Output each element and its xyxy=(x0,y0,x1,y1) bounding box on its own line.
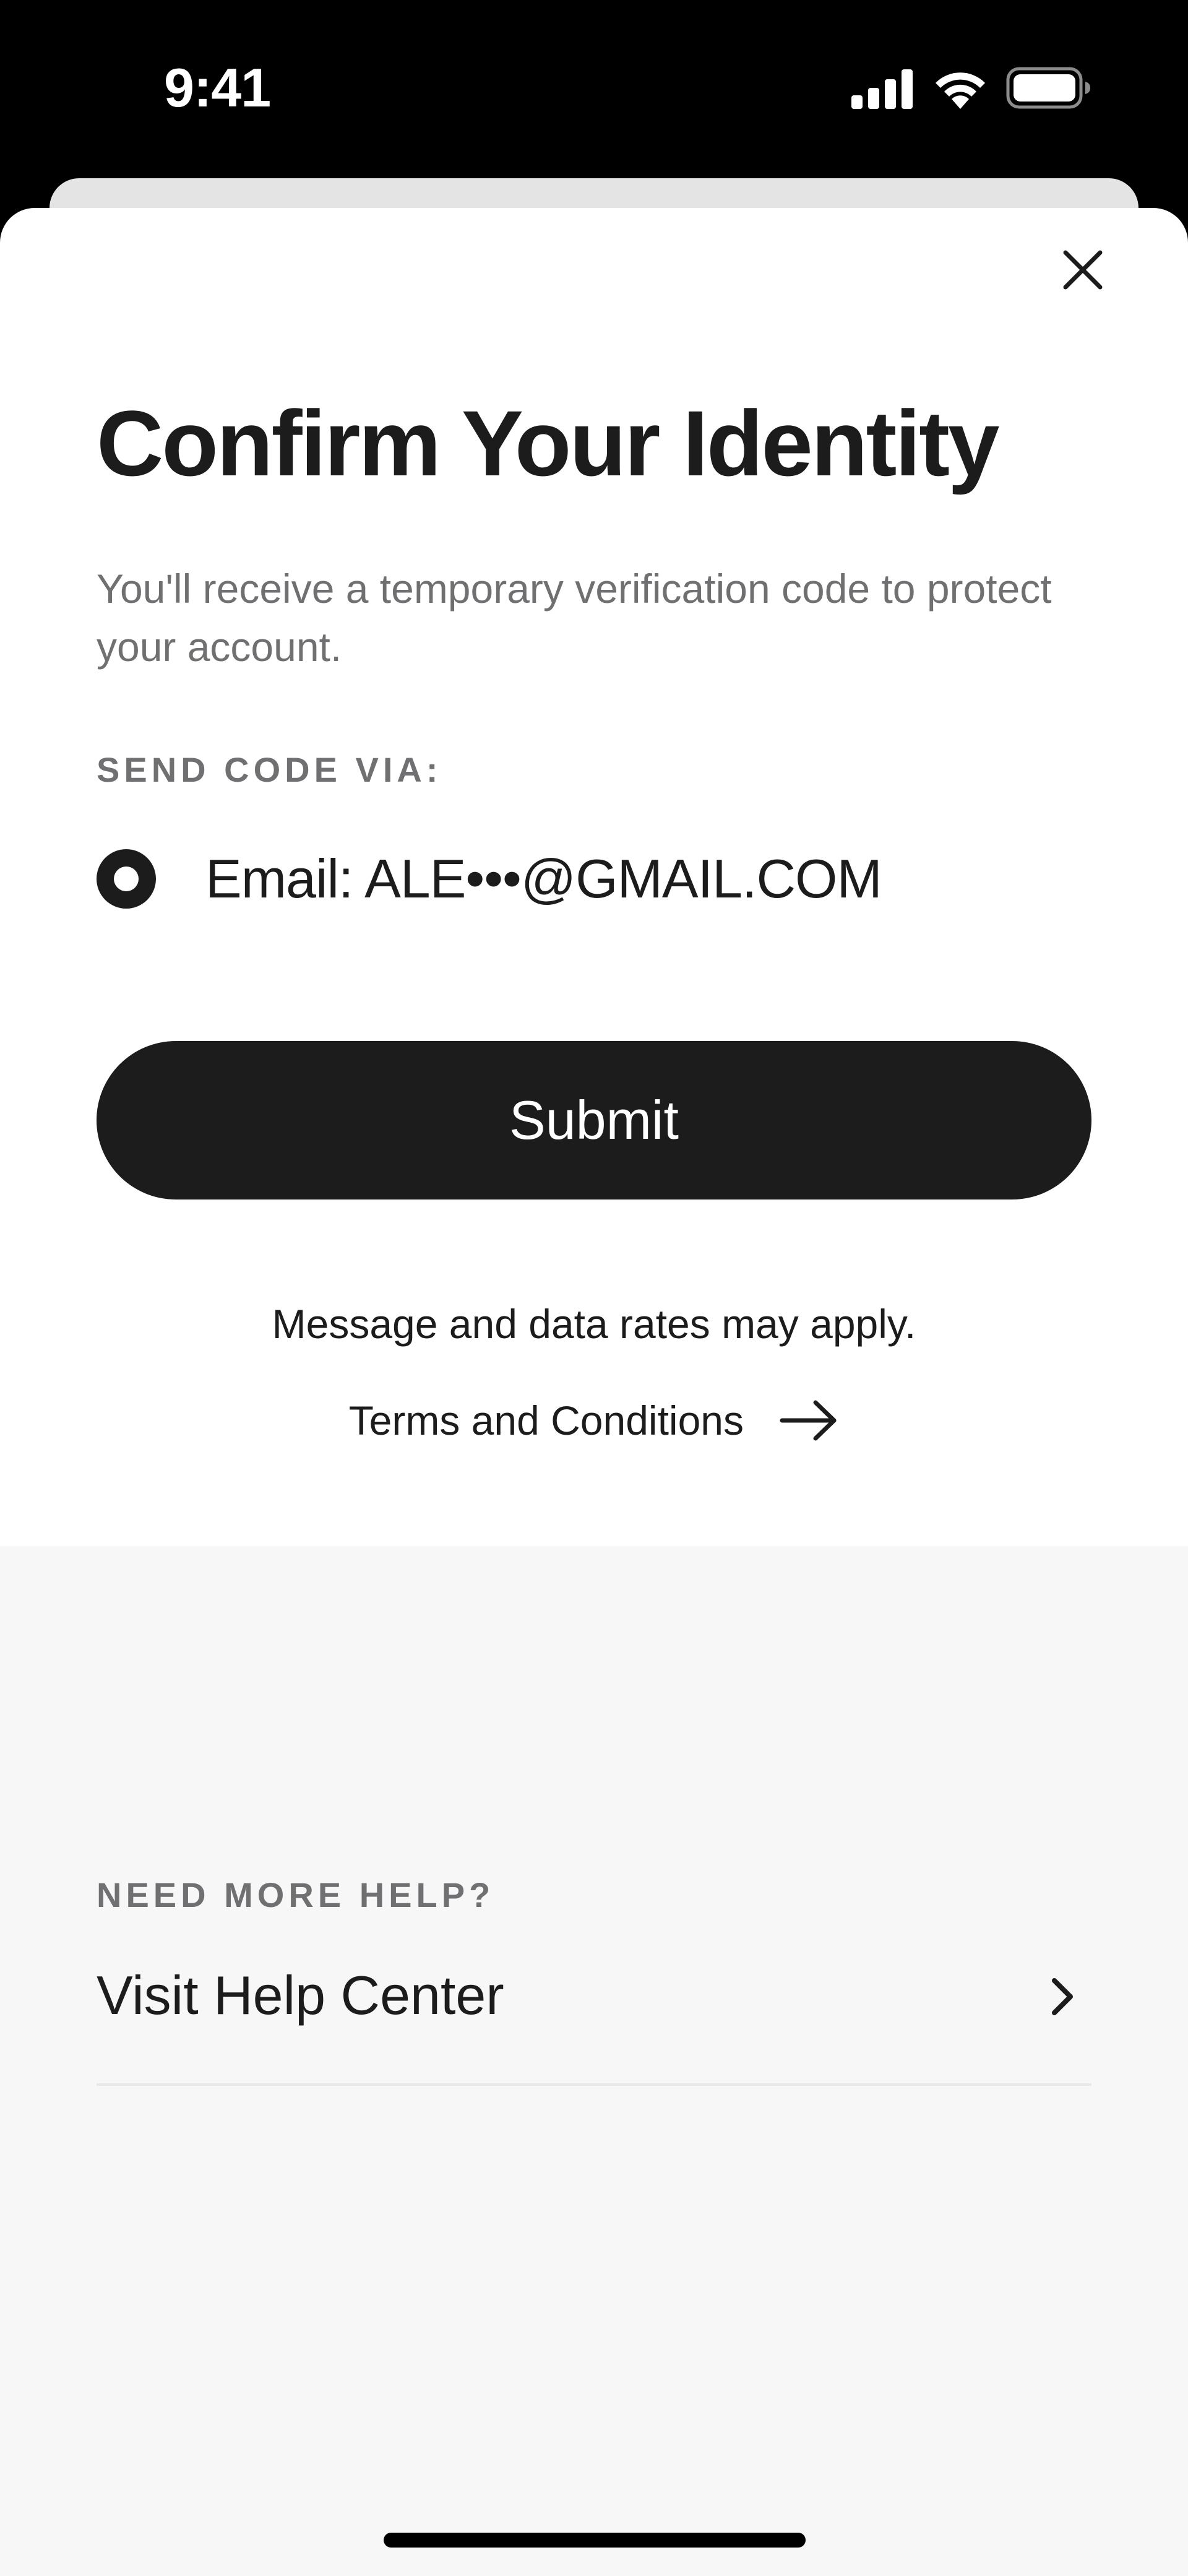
chevron-right-icon xyxy=(1052,1978,1073,2015)
help-center-label: Visit Help Center xyxy=(97,1964,504,2026)
send-code-label: SEND CODE VIA: xyxy=(97,750,442,789)
cellular-signal-icon xyxy=(851,69,913,109)
wifi-icon xyxy=(936,72,985,109)
battery-icon xyxy=(1006,67,1090,109)
status-icons xyxy=(848,64,1095,111)
submit-button[interactable]: Submit xyxy=(97,1041,1091,1199)
page-title: Confirm Your Identity xyxy=(97,391,999,495)
radio-selected-dot xyxy=(114,867,139,891)
close-button[interactable] xyxy=(1052,239,1114,301)
divider xyxy=(97,2083,1091,2086)
status-time: 9:41 xyxy=(164,57,271,118)
email-radio-button[interactable] xyxy=(97,849,156,909)
terms-link-label: Terms and Conditions xyxy=(348,1397,744,1443)
visit-help-center-link[interactable]: Visit Help Center xyxy=(97,1942,1091,2047)
close-icon xyxy=(1063,250,1103,290)
need-more-help-label: NEED MORE HELP? xyxy=(97,1875,495,1914)
arrow-right-icon xyxy=(780,1400,837,1441)
help-section: NEED MORE HELP? Visit Help Center xyxy=(0,1546,1188,2576)
rates-note: Message and data rates may apply. xyxy=(272,1301,916,1347)
terms-and-conditions-link[interactable]: Terms and Conditions xyxy=(0,1389,1188,1448)
page-subtitle: You'll receive a temporary verification … xyxy=(97,566,1052,670)
identity-modal: Confirm Your Identity You'll receive a t… xyxy=(0,208,1188,2576)
status-bar: 9:41 xyxy=(0,0,1188,178)
home-indicator[interactable] xyxy=(384,2533,806,2548)
email-option[interactable]: Email: ALE•••@GMAIL.COM xyxy=(97,836,1087,922)
email-option-label: Email: ALE•••@GMAIL.COM xyxy=(205,848,882,909)
